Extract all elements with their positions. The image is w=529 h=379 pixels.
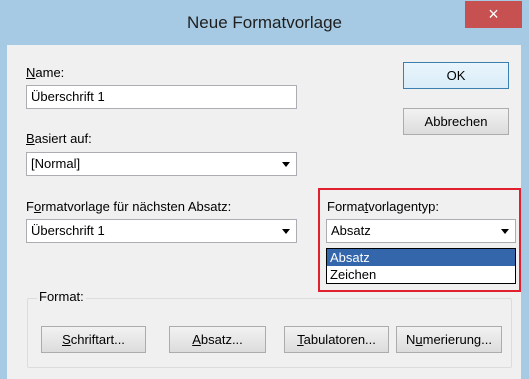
dialog-client-area: Name: Überschrift 1 Basiert auf: [Normal… bbox=[7, 45, 521, 379]
dialog-title: Neue Formatvorlage bbox=[187, 13, 342, 32]
close-icon: × bbox=[488, 4, 499, 24]
next-style-label: Formatvorlage für nächsten Absatz: bbox=[26, 199, 232, 214]
close-button[interactable]: × bbox=[465, 1, 522, 28]
style-type-option-zeichen[interactable]: Zeichen bbox=[327, 266, 515, 283]
next-style-select[interactable]: Überschrift 1 bbox=[26, 219, 297, 243]
style-type-select[interactable]: Absatz bbox=[326, 219, 516, 243]
name-input-value: Überschrift 1 bbox=[31, 89, 105, 104]
name-input[interactable]: Überschrift 1 bbox=[26, 85, 297, 109]
name-label: Name: bbox=[26, 65, 65, 80]
based-on-select[interactable]: [Normal] bbox=[26, 152, 297, 176]
based-on-label: Basiert auf: bbox=[26, 131, 92, 146]
title-bar[interactable]: Neue Formatvorlage × bbox=[0, 0, 529, 45]
font-button[interactable]: Schriftart... bbox=[41, 326, 146, 353]
tabs-button[interactable]: Tabulatoren... bbox=[284, 326, 389, 353]
paragraph-button[interactable]: Absatz... bbox=[169, 326, 266, 353]
next-style-value: Überschrift 1 bbox=[31, 223, 105, 238]
format-group-label: Format: bbox=[37, 289, 86, 304]
style-type-option-absatz[interactable]: Absatz bbox=[327, 249, 515, 266]
ok-button[interactable]: OK bbox=[403, 62, 509, 89]
style-type-label: Formatvorlagentyp: bbox=[327, 199, 440, 214]
cancel-button[interactable]: Abbrechen bbox=[403, 108, 509, 135]
style-type-value: Absatz bbox=[331, 223, 371, 238]
based-on-value: [Normal] bbox=[31, 156, 81, 171]
chevron-down-icon bbox=[282, 229, 290, 234]
style-type-dropdown-list: Absatz Zeichen bbox=[326, 248, 516, 284]
chevron-down-icon bbox=[282, 162, 290, 167]
numbering-button[interactable]: Numerierung... bbox=[396, 326, 502, 353]
dialog-window: Neue Formatvorlage × Name: Überschrift 1… bbox=[0, 0, 529, 379]
chevron-down-icon bbox=[501, 229, 509, 234]
